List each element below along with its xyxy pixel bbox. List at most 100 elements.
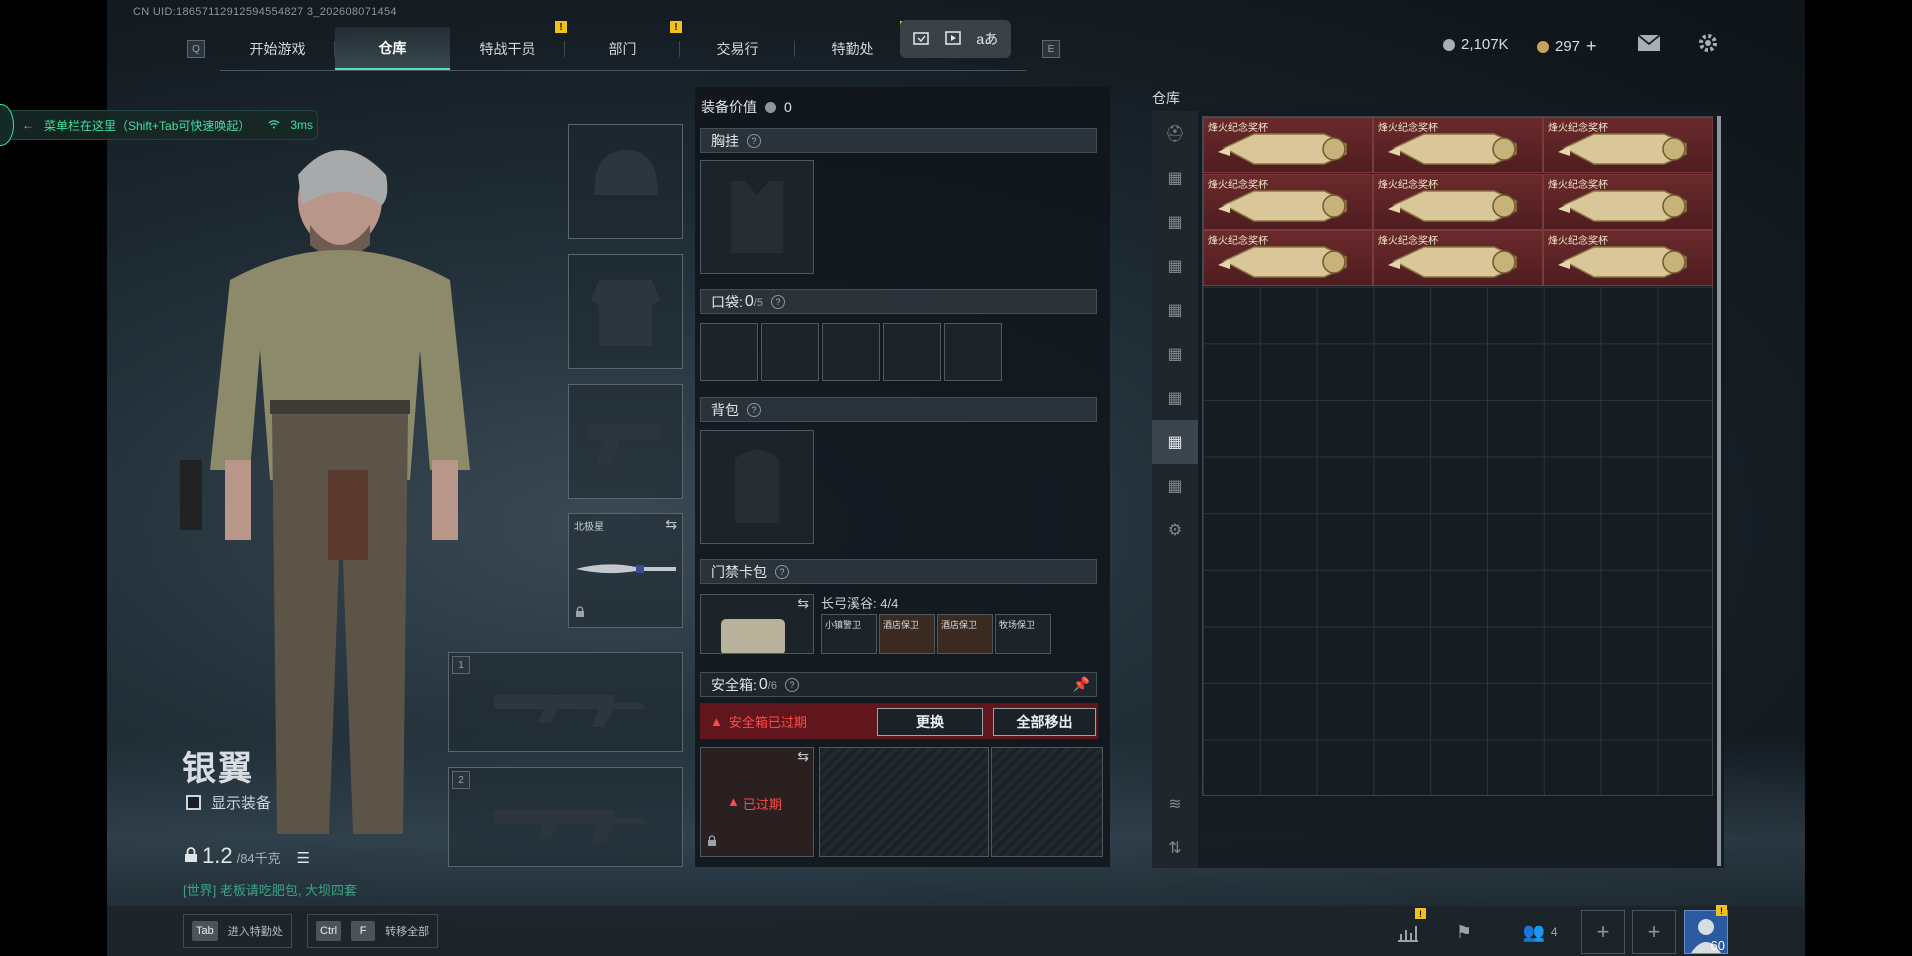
trophy-item[interactable]: 烽火纪念奖杯 (1203, 230, 1373, 287)
equipment-value: 装备价值 0 (701, 97, 792, 117)
mail-icon[interactable] (1637, 34, 1661, 57)
silver-amount: 2,107K (1461, 36, 1509, 53)
tab-start-game[interactable]: 开始游戏 (220, 27, 335, 70)
move-all-out-button[interactable]: 全部移出 (993, 708, 1096, 736)
trophy-item[interactable]: 烽火纪念奖杯 (1543, 230, 1713, 287)
storage-8-icon[interactable]: ▦ (1160, 471, 1190, 501)
trophy-item[interactable]: 烽火纪念奖杯 (1203, 173, 1373, 230)
pocket-slot[interactable] (761, 323, 819, 381)
chest-rig-slot[interactable] (700, 160, 814, 274)
secondary-weapon-slot[interactable]: 2 (448, 767, 683, 867)
invite-slot-button[interactable]: + (1632, 910, 1676, 954)
storage-7-icon[interactable]: ▦ (1152, 420, 1198, 464)
helmet-category-icon[interactable]: ⛑ (1160, 119, 1190, 149)
helmet-slot[interactable] (568, 124, 683, 239)
trophy-item[interactable]: 烽火纪念奖杯 (1543, 117, 1713, 173)
melee-label: 北极星 (574, 522, 604, 533)
tab-label: 特勤处 (831, 40, 874, 57)
swap-icon[interactable]: ⇆ (797, 595, 809, 612)
squad-button[interactable]: 👥 4 (1510, 912, 1570, 952)
pocket-slot[interactable] (822, 323, 880, 381)
show-gear-toggle[interactable]: 显示装备 (186, 792, 271, 813)
player-level: 60 (1710, 938, 1725, 953)
help-icon[interactable]: ? (747, 133, 761, 148)
tab-special-ops[interactable]: 特勤处 ! (795, 21, 912, 70)
tab-operators[interactable]: 特战干员 ! (450, 21, 567, 70)
help-icon[interactable]: ? (775, 564, 789, 579)
backpack-slot[interactable] (700, 430, 814, 544)
tab-trading[interactable]: 交易行 (680, 27, 795, 70)
trophy-item[interactable]: 烽火纪念奖杯 (1373, 173, 1543, 230)
replace-button[interactable]: 更换 (877, 708, 983, 736)
list-icon[interactable]: ☰ (297, 849, 310, 867)
hint-text: 进入特勤处 (227, 926, 283, 938)
nav-next-key[interactable]: E (1042, 40, 1060, 58)
keycard-item[interactable]: 酒店保卫 (879, 614, 935, 654)
storage-6-icon[interactable]: ▦ (1160, 383, 1190, 413)
silver-currency[interactable]: 2,107K (1443, 36, 1509, 53)
sort-icon[interactable]: ⇅ (1160, 833, 1190, 863)
trophy-item[interactable]: 烽火纪念奖杯 (1543, 173, 1713, 230)
keycard-item[interactable]: 小镇警卫 (821, 614, 877, 654)
melee-slot[interactable]: 北极星 ⇆ (568, 513, 683, 628)
flag-icon[interactable]: ⚑ (1444, 912, 1484, 952)
storage-2-icon[interactable]: ▦ (1160, 207, 1190, 237)
help-icon[interactable]: ? (770, 294, 785, 309)
gold-currency[interactable]: 297 + (1537, 36, 1597, 57)
screenshot-icon[interactable] (913, 30, 931, 49)
keycard-item[interactable]: 酒店保卫 (937, 614, 993, 654)
nav-prev-key[interactable]: Q (187, 40, 205, 58)
sidearm-slot[interactable] (568, 384, 683, 499)
trophy-item[interactable]: 烽火纪念奖杯 (1373, 117, 1543, 173)
storage-3-icon[interactable]: ▦ (1160, 251, 1190, 281)
stats-chart-icon[interactable]: ! (1388, 908, 1428, 952)
storage-4-icon[interactable]: ▦ (1160, 295, 1190, 325)
pocket-slot[interactable] (700, 323, 758, 381)
tab-department[interactable]: 部门 ! (565, 21, 682, 70)
pockets-count: 0 (744, 292, 754, 310)
help-icon[interactable]: ? (747, 402, 761, 417)
tab-label: 交易行 (716, 40, 759, 57)
storage-1-icon[interactable]: ▦ (1160, 163, 1190, 193)
pocket-slot[interactable] (944, 323, 1002, 381)
trophy-item[interactable]: 烽火纪念奖杯 (1373, 230, 1543, 287)
tab-label: 特战干员 (479, 40, 536, 57)
hint-transfer-all[interactable]: Ctrl F 转移全部 (307, 914, 439, 948)
layers-icon[interactable]: ≋ (1160, 789, 1190, 819)
tab-warehouse[interactable]: 仓库 (335, 27, 450, 70)
expired-label: ▲ 已过期 (727, 794, 782, 813)
show-gear-checkbox[interactable] (186, 795, 201, 810)
uid-text: CN UID:18657112912594554827 3_2026080714… (133, 6, 397, 18)
pockets-max: /5 (753, 296, 763, 309)
trophy-item[interactable]: 烽火纪念奖杯 (1203, 117, 1373, 173)
add-currency-button[interactable]: + (1586, 36, 1597, 57)
warehouse-scrollbar[interactable] (1717, 116, 1721, 866)
weight-value: 1.2 (202, 843, 233, 868)
record-icon[interactable] (944, 30, 963, 49)
lock-icon (575, 605, 585, 623)
world-chat-line[interactable]: [世界] 老板请吃肥包, 大坝四套 (183, 880, 357, 899)
armor-slot[interactable] (568, 254, 683, 369)
invite-slot-button[interactable]: + (1581, 910, 1625, 954)
safe-box-slot[interactable]: ⇆ ▲ 已过期 (700, 747, 814, 857)
squad-count: 4 (1550, 925, 1558, 939)
keycard-tag: 小镇警卫 (825, 620, 862, 630)
primary-weapon-slot[interactable]: 1 (448, 652, 683, 752)
swap-icon[interactable]: ⇆ (797, 748, 809, 765)
safe-box-grid[interactable] (819, 747, 989, 857)
settings-gear-icon[interactable]: ⚙ (1160, 515, 1190, 545)
help-icon[interactable]: ? (784, 677, 799, 692)
pin-icon[interactable]: 📌 (1073, 676, 1090, 693)
translate-icon[interactable]: aあ (976, 29, 998, 49)
pocket-slot[interactable] (883, 323, 941, 381)
alert-badge: ! (1716, 905, 1727, 916)
player-avatar[interactable]: 60 ! (1684, 905, 1728, 954)
storage-5-icon[interactable]: ▦ (1160, 339, 1190, 369)
rifle-placeholder-icon (494, 695, 644, 727)
hint-enter-special-ops[interactable]: Tab 进入特勤处 (183, 914, 292, 948)
swap-icon[interactable]: ⇆ (665, 516, 677, 533)
keycard-item[interactable]: 牧场保卫 (995, 614, 1051, 654)
keycard-case-slot[interactable]: ⇆ (700, 594, 814, 654)
settings-gear-icon[interactable] (1697, 32, 1719, 59)
warning-icon: ▲ (727, 794, 740, 809)
